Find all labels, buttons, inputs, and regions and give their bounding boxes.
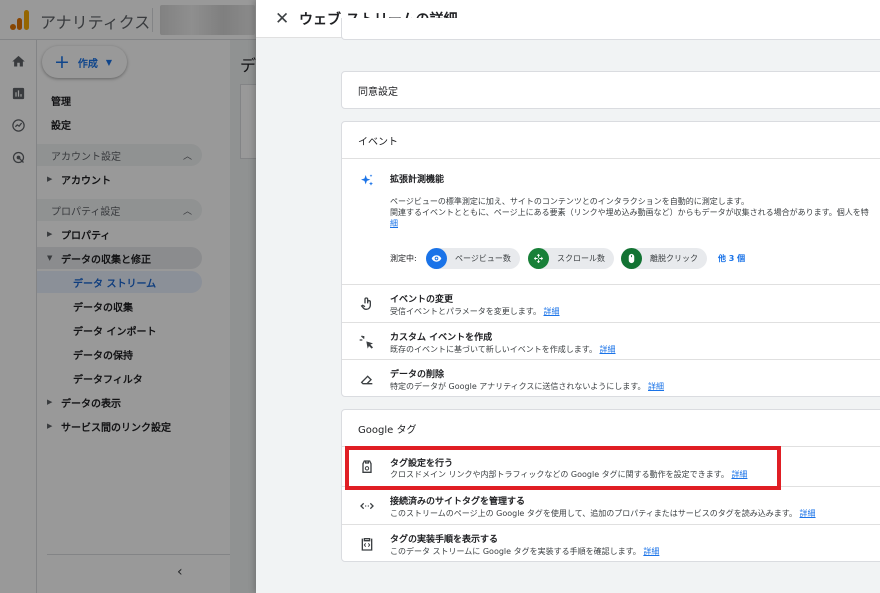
install-instructions-title: タグの実装手順を表示する — [390, 535, 499, 545]
eye-icon — [426, 248, 447, 269]
enhanced-measurement-row[interactable]: 拡張計測機能 ページビューの標準測定に加え、サイトのコンテンツとのインタラクショ… — [342, 158, 880, 284]
data-deletion-title: データの削除 — [390, 370, 445, 380]
manage-site-tags-title: 接続済みのサイトタグを管理する — [390, 497, 526, 507]
chip-label: スクロール数 — [557, 254, 605, 263]
details-link[interactable]: 詳細 — [800, 509, 816, 518]
data-deletion-desc: 特定のデータが Google アナリティクスに送信されないようにします。 詳細 — [390, 382, 665, 391]
enhanced-details-link[interactable]: 細 — [390, 218, 398, 229]
details-link[interactable]: 詳細 — [648, 382, 664, 391]
highlight-box — [345, 446, 781, 490]
enhanced-title: 拡張計測機能 — [390, 175, 445, 185]
web-stream-details-panel: ✕ ウェブ ストリームの詳細 同意設定 イベント 拡張計測機能 ページビューの標… — [256, 0, 880, 593]
stream-info-card — [341, 18, 880, 40]
events-title: イベント — [358, 136, 398, 148]
install-instructions-row[interactable]: タグの実装手順を表示する このデータ ストリームに Google タグを実装する… — [342, 524, 880, 562]
data-deletion-row[interactable]: データの削除 特定のデータが Google アナリティクスに送信されないようにし… — [342, 359, 880, 397]
measuring-label: 測定中: — [390, 254, 417, 263]
modify-event-desc: 受信イベントとパラメータを変更します。 詳細 — [390, 307, 560, 316]
enhanced-desc-1: ページビューの標準測定に加え、サイトのコンテンツとのインタラクションを自動的に測… — [390, 197, 749, 206]
events-card: イベント 拡張計測機能 ページビューの標準測定に加え、サイトのコンテンツとのイン… — [341, 121, 880, 397]
scroll-icon — [528, 248, 549, 269]
touch-icon — [360, 297, 371, 310]
manage-site-tags-row[interactable]: 接続済みのサイトタグを管理する このストリームのページ上の Google タグを… — [342, 486, 880, 524]
more-chips-link[interactable]: 他 3 個 — [718, 253, 745, 264]
chip-scrolls[interactable]: スクロール数 — [528, 248, 614, 269]
chip-page-views[interactable]: ページビュー数 — [426, 248, 520, 269]
consent-card[interactable]: 同意設定 — [341, 71, 880, 109]
modify-event-row[interactable]: イベントの変更 受信イベントとパラメータを変更します。 詳細 — [342, 284, 880, 322]
consent-title: 同意設定 — [358, 86, 398, 98]
click-sparkle-icon — [359, 335, 373, 349]
mouse-icon — [621, 248, 642, 269]
sparkle-icon — [361, 174, 373, 186]
manage-site-tags-desc: このストリームのページ上の Google タグを使用して、追加のプロパティまたは… — [390, 509, 816, 518]
modify-event-title: イベントの変更 — [390, 295, 454, 305]
create-event-title: カスタム イベントを作成 — [390, 333, 493, 343]
details-link[interactable]: 詳細 — [600, 345, 616, 354]
install-instructions-desc: このデータ ストリームに Google タグを実装する手順を確認します。 詳細 — [390, 547, 660, 556]
details-link[interactable]: 詳細 — [544, 307, 560, 316]
chip-outbound-clicks[interactable]: 離脱クリック — [621, 248, 707, 269]
chip-label: 離脱クリック — [650, 254, 698, 263]
google-tag-title: Google タグ — [358, 424, 417, 436]
create-event-row[interactable]: カスタム イベントを作成 既存のイベントに基づいて新しいイベントを作成します。 … — [342, 322, 880, 359]
enhanced-desc-2: 関連するイベントとともに、ページ上にある要素（リンクや埋め込み動画など）からもデ… — [390, 208, 869, 217]
create-event-desc: 既存のイベントに基づいて新しいイベントを作成します。 詳細 — [390, 345, 616, 354]
chip-label: ページビュー数 — [455, 254, 511, 263]
code-arrows-icon — [360, 502, 374, 510]
close-icon[interactable]: ✕ — [275, 9, 289, 29]
details-link[interactable]: 詳細 — [643, 547, 659, 556]
code-clipboard-icon — [361, 538, 373, 551]
eraser-icon — [360, 375, 373, 385]
